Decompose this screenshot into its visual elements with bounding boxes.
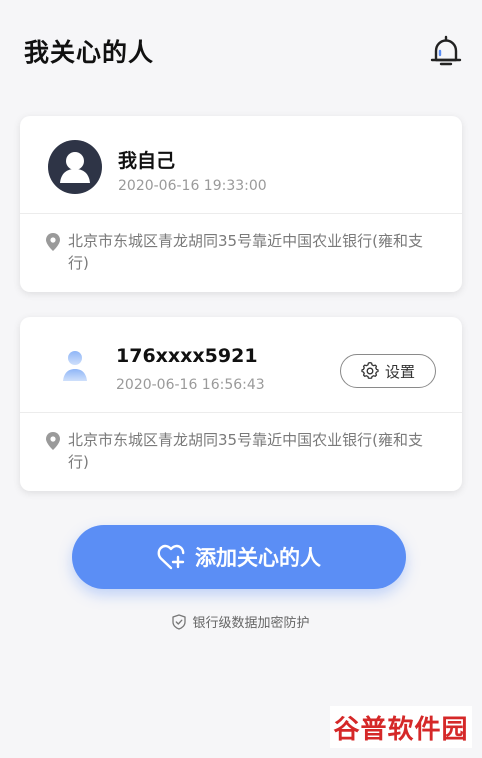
settings-label: 设置 [384,362,415,381]
contact-name: 176xxxx5921 [116,345,258,367]
contact-card-header: 我自己 2020-06-16 19:33:00 [20,116,462,214]
location-pin-icon [46,233,60,251]
user-silhouette-icon [63,351,87,381]
shield-check-icon [172,613,187,630]
contact-card[interactable]: 176xxxx5921 2020-06-16 16:56:43 设置 北京市东城… [20,317,462,491]
contact-address: 北京市东城区青龙胡同35号靠近中国农业银行(雍和支行) [46,230,441,274]
security-note: 银行级数据加密防护 [0,612,482,631]
user-silhouette-icon [60,152,90,183]
security-text: 银行级数据加密防护 [192,616,310,631]
contact-card-header: 176xxxx5921 2020-06-16 16:56:43 设置 [20,317,462,413]
contact-name: 我自己 [118,150,176,172]
address-text: 北京市东城区青龙胡同35号靠近中国农业银行(雍和支行) [68,232,423,272]
heart-plus-icon [157,544,185,570]
address-text: 北京市东城区青龙胡同35号靠近中国农业银行(雍和支行) [68,431,423,471]
add-person-label: 添加关心的人 [195,546,321,570]
avatar [48,140,102,194]
gear-icon [361,362,379,379]
contact-card[interactable]: 我自己 2020-06-16 19:33:00 北京市东城区青龙胡同35号靠近中… [20,116,462,292]
contact-time: 2020-06-16 19:33:00 [118,178,267,194]
watermark-logo: 谷普软件园 [330,706,472,748]
location-pin-icon [46,432,60,450]
header: 我关心的人 [0,0,482,100]
settings-button[interactable]: 设置 [340,354,436,388]
contact-time: 2020-06-16 16:56:43 [116,377,265,393]
add-person-button[interactable]: 添加关心的人 [72,525,406,589]
contact-address: 北京市东城区青龙胡同35号靠近中国农业银行(雍和支行) [46,429,441,473]
page-title: 我关心的人 [24,38,155,67]
avatar [52,343,98,389]
watermark-text: 谷普软件园 [333,714,469,745]
notification-bell-icon[interactable] [426,32,466,72]
